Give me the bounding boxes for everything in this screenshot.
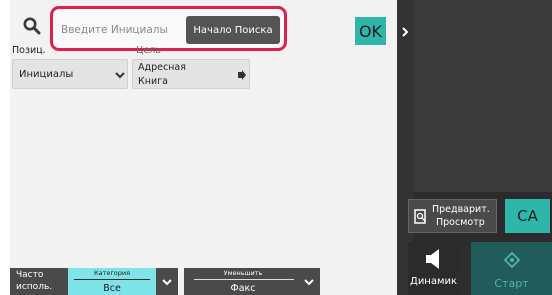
start-diamond-icon [504,252,520,268]
category-value: Все [103,283,121,294]
chevron-right-icon [402,27,409,37]
position-value: Инициалы [19,69,74,80]
target-value-line2: Книга [138,76,168,87]
preview-line2: Просмотр [436,217,485,228]
target-label: Цель [136,45,161,56]
start-label: Старт [494,277,529,290]
clear-all-button[interactable]: CA [505,199,550,233]
bottom-tab-bar: Часто исполь. Категория Все Уменьшить Фа… [10,268,320,295]
search-icon [23,17,41,35]
chevron-down-icon [162,279,172,286]
arrow-right-icon [238,70,246,80]
position-select[interactable]: Инициалы [12,59,128,89]
speaker-button[interactable]: Динамик [408,242,458,295]
position-label: Позиц. [12,45,46,56]
chevron-down-icon [304,279,314,286]
frequent-line1: Часто [16,270,44,280]
start-search-button[interactable]: Начало Поиска [186,16,280,44]
speaker-icon [426,249,439,269]
preview-area [413,0,552,192]
preview-line1: Предварит. [432,204,490,215]
start-button[interactable]: Старт [471,242,552,295]
search-input[interactable] [58,16,180,44]
frequent-line2: исполь. [16,282,53,292]
preview-button[interactable]: Предварит. Просмотр [408,199,497,233]
category-tab[interactable]: Категория Все [68,268,156,295]
reduce-tab[interactable]: Уменьшить Факс [184,268,320,295]
reduce-value: Факс [230,283,256,294]
reduce-caption: Уменьшить [223,269,263,277]
category-caption: Категория [93,269,131,277]
ok-button[interactable]: OK [355,17,386,45]
speaker-label: Динамик [410,276,458,287]
frequent-use-tab[interactable]: Часто исполь. [10,268,68,295]
category-dropdown[interactable] [156,268,178,295]
preview-icon [414,209,426,224]
target-value-line1: Адресная [138,62,186,73]
target-select[interactable]: Адресная Книга [132,59,250,89]
chevron-down-icon [115,72,125,79]
